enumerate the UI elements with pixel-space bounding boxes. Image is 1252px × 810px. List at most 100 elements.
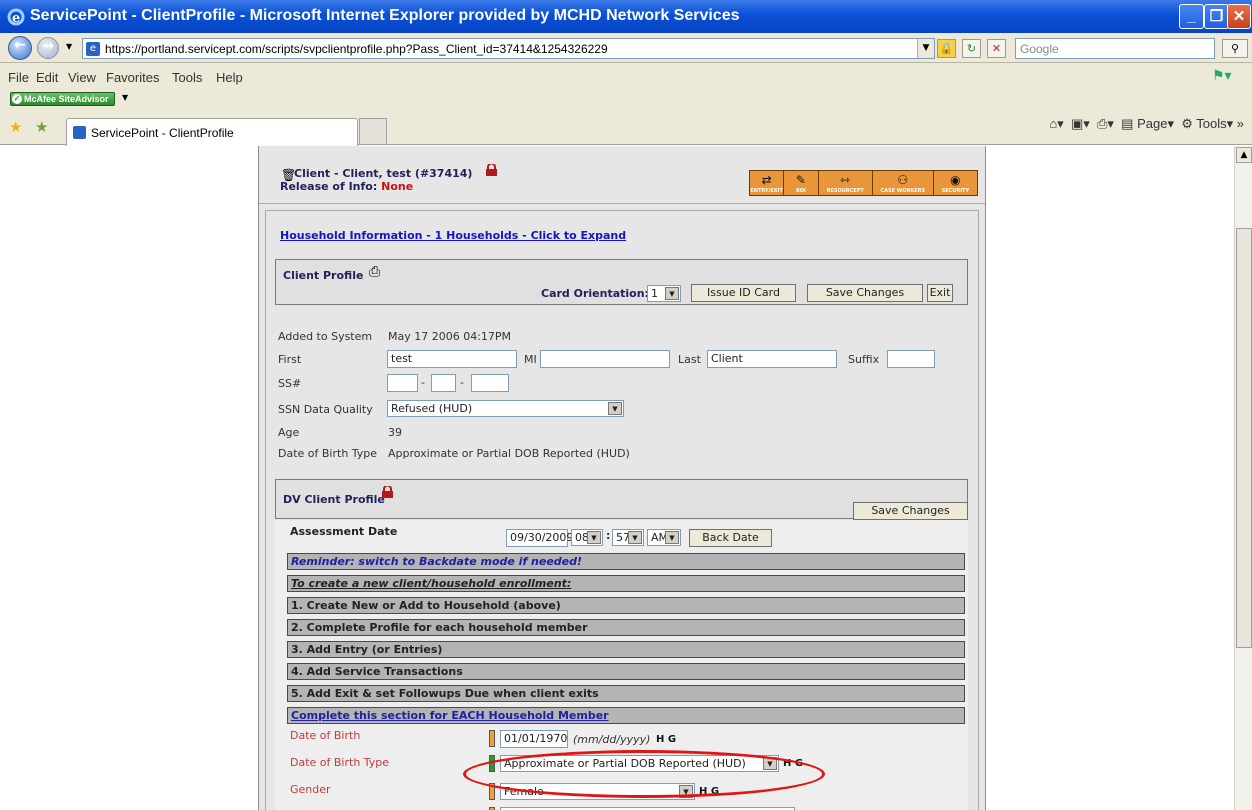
issue-id-card-button[interactable]: Issue ID Card — [691, 284, 796, 302]
scrollbar-thumb[interactable] — [1236, 228, 1252, 648]
menu-view[interactable]: View — [68, 70, 96, 85]
window-titlebar: e ServicePoint - ClientProfile - Microso… — [0, 0, 1252, 33]
search-placeholder: Google — [1020, 42, 1059, 56]
assessment-date-label: Assessment Date — [290, 525, 398, 538]
save-changes-button[interactable]: Save Changes — [807, 284, 923, 302]
step-3-bar: 3. Add Entry (or Entries) — [287, 641, 965, 658]
tab-favicon-icon — [73, 126, 86, 139]
dv-client-profile-box: DV Client Profile Save Changes — [275, 479, 968, 520]
ssn-part2-field[interactable] — [431, 374, 456, 392]
household-information-link[interactable]: Household Information - 1 Households - C… — [280, 229, 626, 242]
assessment-date-field[interactable]: 09/30/2009 — [506, 529, 573, 547]
suffix-label: Suffix — [848, 353, 880, 366]
client-profile-box: Client Profile ⎙ Card Orientation: 1 ▼ I… — [275, 259, 968, 305]
windows-flag-icon[interactable]: ⚑▾ — [1212, 68, 1232, 84]
close-button[interactable]: ✕ — [1227, 4, 1251, 29]
lock-icon[interactable]: 🔒 — [937, 39, 956, 58]
menu-favorites[interactable]: Favorites — [106, 70, 159, 85]
suffix-field[interactable] — [887, 350, 935, 368]
card-orientation-select[interactable]: 1 ▼ — [647, 285, 681, 302]
chevron-down-icon: ▼ — [608, 402, 622, 415]
lock-icon — [486, 164, 497, 176]
back-date-button[interactable]: Back Date — [689, 529, 772, 547]
client-profile-title: Client Profile — [283, 269, 364, 282]
mcafee-siteadvisor-button[interactable]: ✓ McAfee SiteAdvisor — [10, 92, 115, 106]
roi-label: Release of Info: — [280, 180, 378, 193]
feeds-icon[interactable]: ▣▾ — [1071, 116, 1090, 131]
resource-button[interactable]: ⇿ RESOURCEPT — [819, 171, 873, 195]
back-button[interactable]: ← — [8, 36, 32, 60]
age-label: Age — [278, 426, 300, 439]
member-dob-label: Date of Birth — [290, 729, 361, 742]
step-4-bar: 4. Add Service Transactions — [287, 663, 965, 680]
printer-icon[interactable]: ⎙ — [369, 264, 380, 280]
first-name-field[interactable]: test — [387, 350, 517, 368]
new-tab-button[interactable] — [359, 118, 387, 145]
command-bar: ⌂▾ ▣▾ ⎙▾ ▤ Page▾ ⚙ Tools▾ » — [1049, 116, 1244, 131]
scroll-up-icon[interactable]: ▲ — [1236, 147, 1252, 163]
internet-explorer-icon: e — [7, 8, 25, 26]
minimize-button[interactable]: _ — [1179, 4, 1204, 29]
assessment-minute-select[interactable]: 57 ▼ — [612, 529, 644, 546]
home-icon[interactable]: ⌂▾ — [1049, 116, 1063, 131]
url-input[interactable]: e https://portland.servicept.com/scripts… — [82, 38, 935, 59]
roi-button[interactable]: ✎ ROI — [784, 171, 819, 195]
search-icon[interactable]: ⚲ — [1222, 39, 1248, 58]
search-input[interactable]: Google — [1015, 38, 1215, 59]
last-name-field[interactable]: Client — [707, 350, 837, 368]
tab-serviceptclientprofile[interactable]: ServicePoint - ClientProfile — [66, 118, 358, 146]
step-2-bar: 2. Complete Profile for each household m… — [287, 619, 965, 636]
entry-exit-icon: ⇄ — [761, 173, 772, 187]
card-orientation-label: Card Orientation: — [541, 287, 649, 300]
member-dob-field[interactable]: 01/01/1970 — [500, 730, 568, 748]
ssn-dash-2: - — [460, 376, 464, 389]
tools-menu[interactable]: Tools — [1196, 116, 1226, 131]
url-dropdown-icon[interactable]: ▼ — [917, 39, 934, 58]
added-to-system-value: May 17 2006 04:17PM — [388, 330, 512, 343]
url-text: https://portland.servicept.com/scripts/s… — [105, 42, 608, 56]
maximize-button[interactable]: ❒ — [1204, 4, 1229, 29]
member-dob-type-label: Date of Birth Type — [290, 756, 390, 769]
chevron-down-icon: ▼ — [665, 287, 679, 300]
ssn-data-quality-select[interactable]: Refused (HUD) ▼ — [387, 400, 624, 417]
chevron-down-icon: ▼ — [587, 531, 601, 544]
chevron-down-icon: ▼ — [628, 531, 642, 544]
mcafee-dropdown-icon[interactable]: ▼ — [122, 93, 128, 102]
release-of-info: Release of Info: None — [280, 180, 413, 193]
refresh-icon[interactable]: ↻ — [962, 39, 981, 58]
add-favorite-icon[interactable]: ★ — [35, 118, 48, 136]
page-menu[interactable]: Page — [1137, 116, 1167, 131]
vertical-scrollbar[interactable]: ▲ — [1234, 146, 1252, 810]
age-value: 39 — [388, 426, 402, 439]
case-workers-button[interactable]: ⚇ CASE WORKERS — [873, 171, 934, 195]
stop-icon[interactable]: ✕ — [987, 39, 1006, 58]
history-dropdown-icon[interactable]: ▼ — [66, 42, 72, 51]
security-button[interactable]: ◉ SECURITY — [934, 171, 977, 195]
tab-bar: ★ ★ ServicePoint - ClientProfile ⌂▾ ▣▾ ⎙… — [0, 108, 1252, 146]
assessment-ampm-select[interactable]: AM ▼ — [647, 529, 681, 546]
assessment-hour-select[interactable]: 08 ▼ — [571, 529, 603, 546]
menu-help[interactable]: Help — [216, 70, 243, 85]
step-1-bar: 1. Create New or Add to Household (above… — [287, 597, 965, 614]
household-member-section-link[interactable]: Complete this section for EACH Household… — [287, 707, 965, 724]
favorites-star-icon[interactable]: ★ — [9, 118, 22, 136]
ssn-part1-field[interactable] — [387, 374, 418, 392]
tab-label: ServicePoint - ClientProfile — [91, 126, 234, 140]
ssn-part3-field[interactable] — [471, 374, 509, 392]
client-toolbar: ⇄ ENTRY/EXIT ✎ ROI ⇿ RESOURCEPT ⚇ CASE WORKE… — [749, 170, 978, 196]
address-bar: ← → ▼ e https://portland.servicept.com/s… — [0, 33, 1252, 63]
entry-exit-button[interactable]: ⇄ ENTRY/EXIT — [750, 171, 785, 195]
forward-button[interactable]: → — [37, 37, 59, 59]
dob-type-label: Date of Birth Type — [278, 447, 378, 460]
check-icon: ✓ — [12, 94, 22, 104]
ssn-data-quality-label: SSN Data Quality — [278, 403, 373, 416]
menu-file[interactable]: File — [8, 70, 29, 85]
menu-tools[interactable]: Tools — [172, 70, 202, 85]
dv-client-profile-title: DV Client Profile — [283, 493, 385, 506]
print-icon[interactable]: ⎙▾ — [1097, 116, 1114, 131]
exit-button[interactable]: Exit — [927, 284, 953, 302]
mi-field[interactable] — [540, 350, 670, 368]
menu-edit[interactable]: Edit — [36, 70, 58, 85]
client-name: Client - Client, test (#37414) — [294, 167, 473, 180]
dv-save-changes-button[interactable]: Save Changes — [853, 502, 968, 520]
